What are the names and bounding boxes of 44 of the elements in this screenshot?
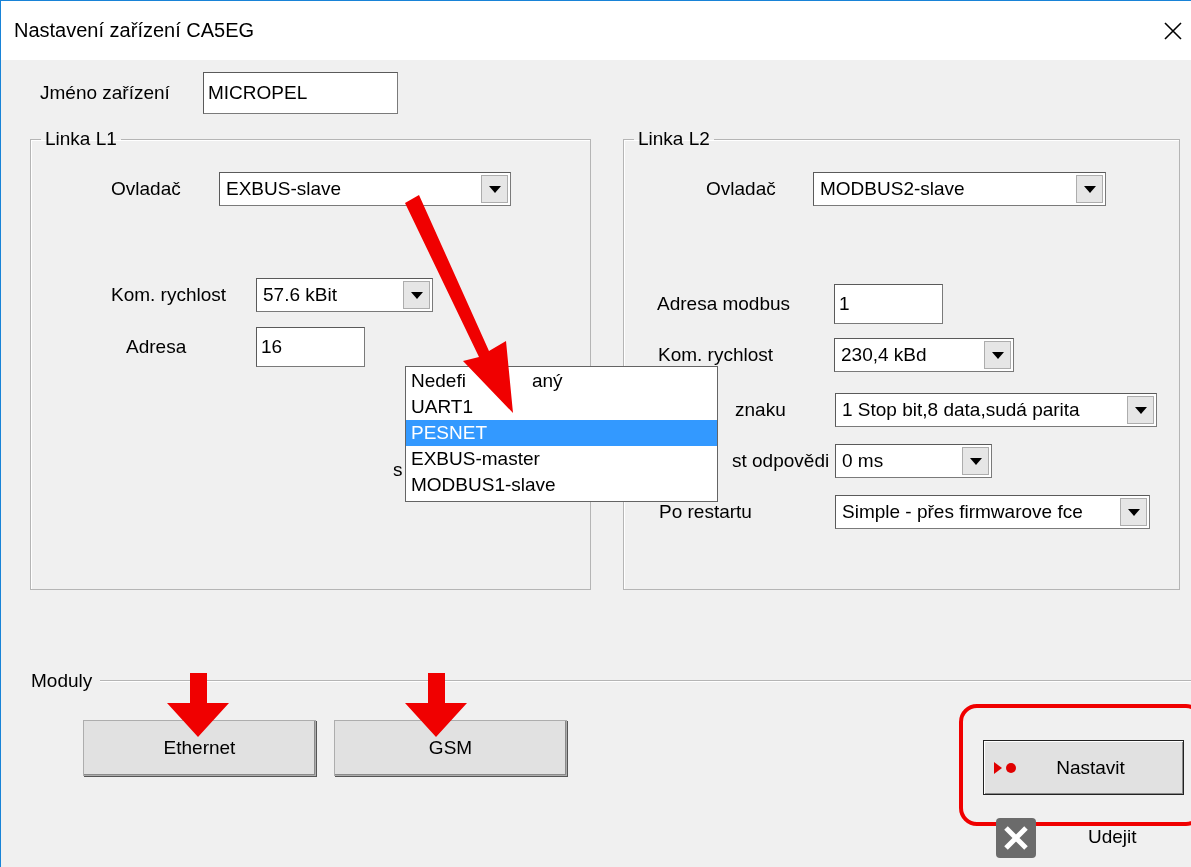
field-label: Jméno zařízení bbox=[40, 82, 171, 104]
caret-icon bbox=[1127, 508, 1140, 516]
field-label: znaku bbox=[735, 399, 787, 421]
annotation-arrow bbox=[405, 673, 467, 737]
dropdown-field[interactable]: 1 Stop bit,8 data,sudá parita bbox=[835, 393, 1157, 427]
dropdown-field[interactable]: Simple - přes firmwarove fce bbox=[835, 495, 1150, 529]
field-label: Ovladač bbox=[706, 178, 777, 200]
play-dot-icon bbox=[994, 761, 1018, 774]
list-item[interactable]: Nedefi aný bbox=[406, 368, 717, 394]
list-item[interactable]: MODBUS1-slave bbox=[406, 472, 717, 498]
caret-icon bbox=[969, 457, 982, 465]
group-title: Linka L1 bbox=[44, 128, 118, 150]
exit-label[interactable]: Udejit bbox=[1088, 826, 1137, 848]
field-label: Po restartu bbox=[659, 501, 753, 523]
field-label: s bbox=[393, 459, 403, 481]
caret-icon bbox=[1083, 185, 1096, 193]
caret-icon bbox=[991, 351, 1004, 359]
annotation-arrow bbox=[167, 673, 229, 737]
module-button[interactable]: Ethernet bbox=[83, 720, 316, 776]
dropdown-field[interactable]: MODBUS2-slave bbox=[813, 172, 1106, 206]
input-field[interactable]: 1 bbox=[834, 284, 943, 324]
list-item[interactable]: EXBUS-master bbox=[406, 446, 717, 472]
field-label: Ovladač bbox=[111, 178, 182, 200]
name-field[interactable]: MICROPEL bbox=[203, 72, 398, 114]
window-title: Nastavení zařízení CA5EG bbox=[14, 19, 255, 42]
field-label: Kom. rychlost bbox=[111, 284, 228, 306]
section-label: Moduly bbox=[31, 670, 93, 692]
caret-icon bbox=[410, 291, 423, 299]
field-label: Adresa modbus bbox=[657, 293, 792, 315]
close-icon[interactable] bbox=[1163, 20, 1183, 41]
list-item[interactable]: UART1 bbox=[406, 394, 717, 420]
field-label: Adresa bbox=[126, 336, 188, 358]
set-button[interactable]: Nastavit bbox=[983, 740, 1184, 795]
dropdown-field[interactable]: EXBUS-slave bbox=[219, 172, 511, 206]
module-button[interactable]: GSM bbox=[334, 720, 567, 776]
dropdown-field[interactable]: 230,4 kBd bbox=[834, 338, 1014, 372]
dropdown-field[interactable]: 57.6 kBit bbox=[256, 278, 433, 312]
input-field[interactable]: 16 bbox=[256, 327, 365, 367]
group-title: Linka L2 bbox=[637, 128, 711, 150]
dropdown-field[interactable]: 0 ms bbox=[835, 444, 992, 478]
caret-icon bbox=[1134, 406, 1147, 414]
caret-icon bbox=[488, 185, 501, 193]
field-label: st odpovědi bbox=[732, 450, 831, 472]
field-label: Kom. rychlost bbox=[658, 344, 775, 366]
